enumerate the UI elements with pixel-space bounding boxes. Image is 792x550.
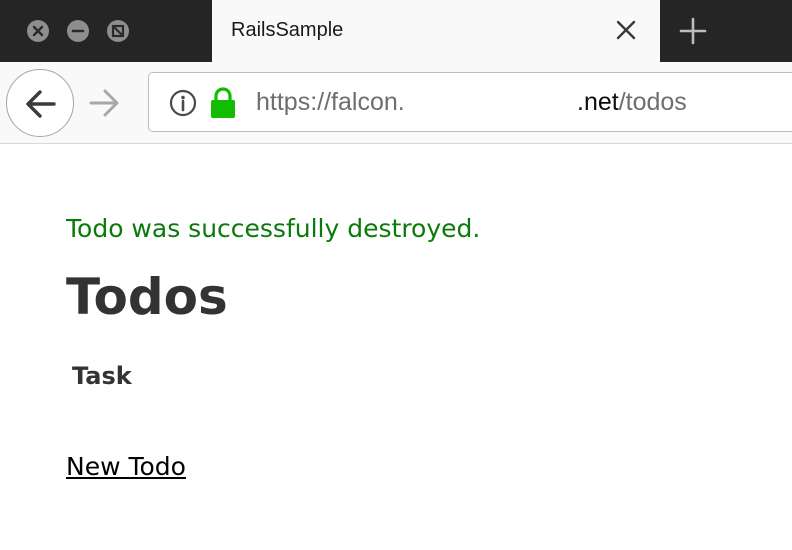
plus-icon[interactable] xyxy=(678,16,708,46)
url-domain: .net xyxy=(577,88,619,116)
tab-title: RailsSample xyxy=(231,19,344,41)
url-host: .net/todos xyxy=(577,88,687,117)
window-close-icon[interactable] xyxy=(27,20,49,42)
address-bar[interactable]: https://falcon. .net/todos xyxy=(148,72,792,132)
table-header-task: Task xyxy=(72,362,132,390)
url-scheme: https://falcon. xyxy=(256,88,405,116)
close-icon[interactable] xyxy=(613,17,639,43)
back-button[interactable] xyxy=(6,69,74,137)
window-minimize-icon[interactable] xyxy=(67,20,89,42)
arrow-right-icon[interactable] xyxy=(88,87,122,119)
flash-notice: Todo was successfully destroyed. xyxy=(66,214,481,243)
navigation-toolbar: https://falcon. .net/todos xyxy=(0,62,792,144)
tab-active[interactable]: RailsSample xyxy=(212,0,660,62)
new-todo-link[interactable]: New Todo xyxy=(66,452,186,481)
arrow-left-icon xyxy=(26,90,56,118)
page-content: Todo was successfully destroyed. Todos T… xyxy=(0,144,792,550)
url-path: /todos xyxy=(618,88,687,116)
window-fullscreen-icon[interactable] xyxy=(107,20,129,42)
tab-bar: RailsSample xyxy=(0,0,792,62)
page-title: Todos xyxy=(66,268,228,326)
lock-icon[interactable] xyxy=(209,87,237,119)
info-icon[interactable] xyxy=(169,89,197,117)
